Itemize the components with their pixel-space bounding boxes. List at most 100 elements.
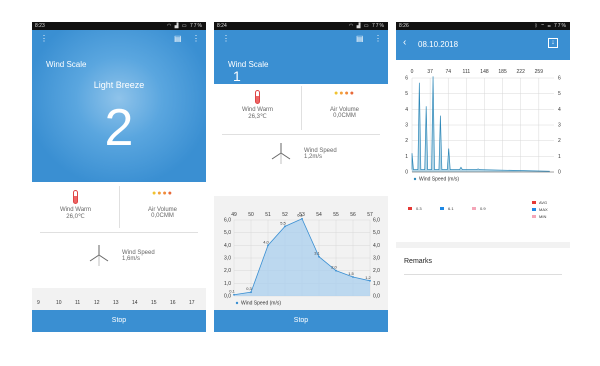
- stat-label-row: AVG: [532, 200, 566, 207]
- data-label: 6,1: [297, 213, 303, 218]
- summary-value: 0.3: [416, 206, 422, 211]
- x-tick-label: 9: [37, 300, 40, 306]
- wind-warm-cell: Wind Warm 26,3℃: [214, 90, 301, 120]
- wind-scale-header: ⋮ ▤ ⋮ Wind Scale 1: [214, 30, 388, 84]
- clipboard-icon[interactable]: ▤: [356, 34, 364, 43]
- y-tick-label-right: 6,0: [373, 218, 380, 224]
- y-tick-label: 1,0: [224, 281, 231, 287]
- data-point: [369, 279, 371, 282]
- air-volume-cell: ●●●● Air Volume 0,0CMM: [119, 190, 206, 219]
- y-tick-label-right: 3: [558, 123, 561, 129]
- fan-icon: [89, 245, 109, 266]
- x-tick-label: 51: [265, 212, 271, 218]
- x-tick-label: 13: [113, 300, 119, 306]
- data-label: 1,2: [365, 275, 371, 280]
- status-bar: 8:26 ᛒ ◠ ▭ 77%: [396, 22, 570, 30]
- more-icon[interactable]: ⋮: [374, 34, 382, 43]
- x-tick-label: 0: [411, 69, 414, 75]
- wind-scale-header: ⋮ ▤ ⋮ Wind Scale Light Breeze 2: [32, 30, 206, 182]
- x-tick-label: 111: [463, 69, 471, 75]
- bluetooth-icon: ᛒ: [534, 23, 539, 29]
- x-tick-label: 54: [316, 212, 322, 218]
- legend-marker: [413, 177, 417, 181]
- wind-speed-value: 1,6m/s: [122, 256, 141, 262]
- y-tick-label: 4: [405, 107, 408, 113]
- stop-button[interactable]: Stop: [214, 310, 388, 332]
- thermometer-icon: [73, 190, 78, 204]
- stat-label-row: MIN: [532, 214, 566, 221]
- x-tick-label: 56: [350, 212, 356, 218]
- clipboard-icon[interactable]: ▤: [174, 34, 182, 43]
- more-icon[interactable]: ⋮: [192, 34, 200, 43]
- summary-color-swatch: [472, 207, 476, 210]
- fan-icon: [271, 143, 291, 164]
- x-tick-label: 14: [132, 300, 138, 306]
- readings-panel: Wind Warm 26,3℃ ●●●● Air Volume 0,0CMM W…: [214, 84, 388, 196]
- data-label: 5,5: [280, 220, 286, 225]
- stat-color-swatch: [532, 215, 536, 218]
- data-label: 0,3: [246, 286, 252, 291]
- back-arrow-icon[interactable]: ‹: [403, 37, 406, 48]
- x-tick-label: 16: [170, 300, 176, 306]
- summary-value: 6.1: [448, 206, 454, 211]
- data-label: 0,1: [229, 289, 235, 294]
- x-tick-label: 50: [248, 212, 254, 218]
- data-point: [250, 291, 252, 294]
- x-tick-label: 185: [498, 69, 507, 75]
- phone-screen-wind-scale-1: 8:24 ◠ ▟ ▭ 77% ⋮ ▤ ⋮ Wind Scale 1 Wind W…: [214, 22, 388, 332]
- data-point: [284, 225, 286, 228]
- wind-warm-value: 26,0℃: [66, 214, 85, 220]
- legend-label: Wind Speed (m/s): [419, 177, 459, 183]
- x-tick-label: 222: [517, 69, 526, 75]
- phone-screen-wind-scale-2: 8:23 ◠ ▟ ▭ 77% ⋮ ▤ ⋮ Wind Scale Light Br…: [32, 22, 206, 332]
- battery-percent: 77%: [371, 23, 385, 29]
- stat-label: MAX: [539, 207, 548, 212]
- data-point: [301, 217, 303, 220]
- y-tick-label-right: 0: [558, 170, 561, 176]
- y-tick-label-right: 0,0: [373, 294, 380, 300]
- y-tick-label-right: 6: [558, 76, 561, 82]
- y-tick-label-right: 1: [558, 154, 561, 160]
- stat-label-row: MAX: [532, 207, 566, 214]
- area-fill: [234, 218, 370, 296]
- wind-speed-history-chart: 0 01 12 23 34 45 56 60 37 74 111 148 185 222 259Wind S…: [405, 69, 561, 183]
- stop-button[interactable]: Stop: [32, 310, 206, 332]
- wind-warm-value: 26,3℃: [248, 114, 267, 120]
- y-tick-label-right: 4,0: [373, 243, 380, 249]
- y-tick-label-right: 2,0: [373, 268, 380, 274]
- summary-color-swatch: [408, 207, 412, 210]
- summary-values: 0.3 6.1 0.9: [408, 206, 500, 229]
- wifi-icon: ◠: [541, 23, 546, 29]
- y-tick-label: 6,0: [224, 218, 231, 224]
- menu-icon[interactable]: ⋮: [40, 34, 48, 43]
- readings-panel: Wind Warm 26,0℃ ●●●● Air Volume 0,0CMM W…: [32, 182, 206, 288]
- status-time: 8:26: [399, 23, 409, 29]
- x-tick-label: 57: [367, 212, 373, 218]
- battery-icon: ▭: [363, 23, 370, 29]
- x-tick-label: 11: [75, 300, 81, 306]
- status-time: 8:24: [217, 23, 227, 29]
- summary-value: 0.9: [480, 206, 486, 211]
- level-name: Light Breeze: [93, 80, 145, 90]
- chart-x-ticks: 9 10 11 12 13 14 15 16 17: [32, 300, 206, 310]
- stat-labels: AVG MAX MIN: [532, 200, 566, 221]
- summary-color-swatch: [440, 207, 444, 210]
- data-label: 1,5: [348, 271, 354, 276]
- data-label: 3,1: [314, 251, 320, 256]
- y-tick-label-right: 5,0: [373, 230, 380, 236]
- y-tick-label-right: 1,0: [373, 281, 380, 287]
- level-number: 2: [104, 99, 134, 157]
- data-point: [352, 276, 354, 278]
- air-volume-dots-icon: ●●●●: [152, 190, 173, 197]
- status-bar: 8:24 ◠ ▟ ▭ 77%: [214, 22, 388, 30]
- y-tick-label: 0,0: [224, 294, 231, 300]
- menu-icon[interactable]: ⋮: [222, 34, 230, 43]
- x-tick-label: 148: [480, 69, 489, 75]
- wind-speed-value: 1,2m/s: [304, 154, 323, 160]
- signal-icon: ▟: [356, 23, 362, 29]
- x-tick-label: 10: [56, 300, 62, 306]
- legend-marker: [235, 301, 239, 305]
- data-point: [335, 269, 337, 272]
- y-tick-label: 0: [405, 170, 408, 176]
- download-icon[interactable]: ↓: [548, 38, 558, 48]
